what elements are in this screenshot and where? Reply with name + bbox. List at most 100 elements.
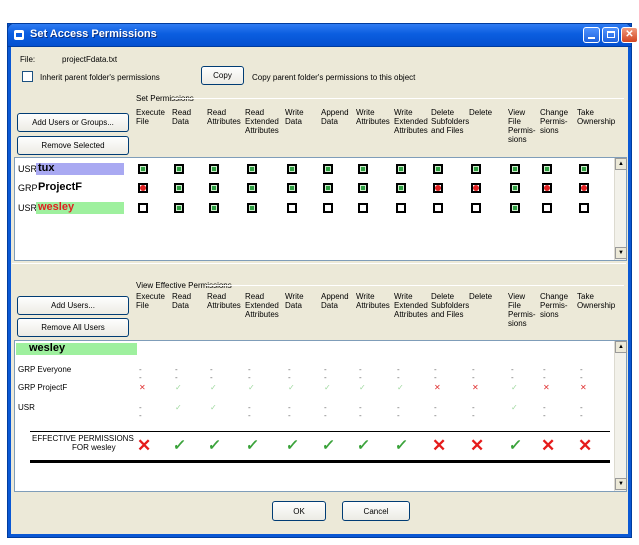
allow-small-icon: ✓ xyxy=(359,383,366,392)
column-header: Read Extended Attributes xyxy=(245,292,279,319)
permission-checkbox[interactable] xyxy=(471,183,481,193)
permission-checkbox[interactable] xyxy=(510,183,520,193)
allow-small-icon: ✓ xyxy=(288,383,295,392)
title-bar[interactable]: Set Access Permissions ✕ xyxy=(8,24,638,46)
permission-checkbox[interactable] xyxy=(510,164,520,174)
principal-name[interactable]: tux xyxy=(38,162,55,174)
maximize-button[interactable] xyxy=(602,27,619,43)
permission-checkbox[interactable] xyxy=(471,203,481,213)
scroll-up-icon[interactable]: ▲ xyxy=(615,158,627,170)
column-header: Read Extended Attributes xyxy=(245,108,279,135)
permission-checkbox[interactable] xyxy=(287,183,297,193)
allow-small-icon: ✓ xyxy=(210,403,217,412)
ok-button[interactable]: OK xyxy=(272,501,326,521)
copy-button[interactable]: Copy xyxy=(201,66,244,85)
unset-dash-icon: -- xyxy=(397,403,400,420)
unset-dash-icon: -- xyxy=(511,365,514,382)
allow-icon: ✓ xyxy=(206,437,222,454)
unset-dash-icon: -- xyxy=(543,365,546,382)
scroll-up-icon[interactable]: ▲ xyxy=(615,341,627,353)
permission-checkbox[interactable] xyxy=(542,164,552,174)
permission-checkbox[interactable] xyxy=(174,183,184,193)
allow-icon: ✓ xyxy=(355,437,371,454)
allow-icon: ✓ xyxy=(320,437,336,454)
file-label: File: xyxy=(20,55,36,64)
set-permissions-scrollbar[interactable]: ▲ ▼ xyxy=(614,158,627,260)
permission-checkbox[interactable] xyxy=(433,183,443,193)
permission-checkbox[interactable] xyxy=(209,164,219,174)
column-header: Delete xyxy=(469,108,493,117)
remove-all-users-button[interactable]: Remove All Users xyxy=(17,318,129,337)
permission-checkbox[interactable] xyxy=(247,203,257,213)
column-header: Write Data xyxy=(285,292,304,310)
permission-checkbox[interactable] xyxy=(358,203,368,213)
effective-permissions-divider xyxy=(206,285,624,286)
add-users-button[interactable]: Add Users... xyxy=(17,296,129,315)
permission-checkbox[interactable] xyxy=(287,203,297,213)
permission-checkbox[interactable] xyxy=(433,164,443,174)
allow-icon: ✓ xyxy=(244,437,260,454)
permission-checkbox[interactable] xyxy=(247,183,257,193)
permission-checkbox[interactable] xyxy=(358,164,368,174)
unset-dash-icon: -- xyxy=(288,403,291,420)
permission-checkbox[interactable] xyxy=(396,164,406,174)
column-header: Write Attributes xyxy=(356,292,390,310)
effective-user-name: wesley xyxy=(29,342,66,354)
window-icon xyxy=(14,30,24,40)
permission-checkbox[interactable] xyxy=(174,203,184,213)
permission-checkbox[interactable] xyxy=(174,164,184,174)
cancel-button[interactable]: Cancel xyxy=(342,501,410,521)
column-header: Take Ownership xyxy=(577,108,616,126)
deny-small-icon: ✕ xyxy=(139,383,146,392)
copy-description: Copy parent folder's permissions to this… xyxy=(252,73,416,82)
effective-permissions-scrollbar[interactable]: ▲ ▼ xyxy=(614,341,627,491)
permission-checkbox[interactable] xyxy=(579,203,589,213)
permission-checkbox[interactable] xyxy=(138,203,148,213)
principal-name[interactable]: ProjectF xyxy=(38,181,82,193)
close-button[interactable]: ✕ xyxy=(621,27,638,43)
file-name: projectFdata.txt xyxy=(62,55,118,64)
allow-small-icon: ✓ xyxy=(175,383,182,392)
permission-checkbox[interactable] xyxy=(542,183,552,193)
maximize-icon xyxy=(606,31,615,38)
minimize-button[interactable] xyxy=(583,27,600,43)
permission-checkbox[interactable] xyxy=(579,164,589,174)
unset-dash-icon: -- xyxy=(139,365,142,382)
permission-checkbox[interactable] xyxy=(323,164,333,174)
permission-checkbox[interactable] xyxy=(209,203,219,213)
permission-checkbox[interactable] xyxy=(579,183,589,193)
permission-checkbox[interactable] xyxy=(358,183,368,193)
permission-checkbox[interactable] xyxy=(323,183,333,193)
principal-name[interactable]: wesley xyxy=(38,201,74,213)
deny-small-icon: ✕ xyxy=(580,383,587,392)
remove-selected-button[interactable]: Remove Selected xyxy=(17,136,129,155)
permission-checkbox[interactable] xyxy=(138,183,148,193)
permission-checkbox[interactable] xyxy=(396,183,406,193)
permission-checkbox[interactable] xyxy=(209,183,219,193)
permission-checkbox[interactable] xyxy=(287,164,297,174)
unset-dash-icon: -- xyxy=(324,403,327,420)
column-header: Execute File xyxy=(136,292,165,310)
minimize-icon xyxy=(588,37,595,39)
column-header: Write Data xyxy=(285,108,304,126)
permission-checkbox[interactable] xyxy=(323,203,333,213)
deny-icon: ✕ xyxy=(578,436,593,455)
scroll-down-icon[interactable]: ▼ xyxy=(615,478,627,490)
permission-checkbox[interactable] xyxy=(433,203,443,213)
inherit-checkbox[interactable] xyxy=(22,71,33,82)
unset-dash-icon: -- xyxy=(248,403,251,420)
permission-checkbox[interactable] xyxy=(247,164,257,174)
column-header: Write Extended Attributes xyxy=(394,108,428,135)
column-header: View File Permis- sions xyxy=(508,108,536,144)
inherit-label: Inherit parent folder's permissions xyxy=(40,73,160,82)
add-users-or-groups-button[interactable]: Add Users or Groups... xyxy=(17,113,129,132)
permission-checkbox[interactable] xyxy=(471,164,481,174)
permission-checkbox[interactable] xyxy=(396,203,406,213)
scroll-down-icon[interactable]: ▼ xyxy=(615,247,627,259)
permission-checkbox[interactable] xyxy=(542,203,552,213)
effective-permissions-list[interactable] xyxy=(14,340,627,492)
column-header: Change Permis- sions xyxy=(540,292,569,319)
permission-checkbox[interactable] xyxy=(138,164,148,174)
column-header: Execute File xyxy=(136,108,165,126)
permission-checkbox[interactable] xyxy=(510,203,520,213)
